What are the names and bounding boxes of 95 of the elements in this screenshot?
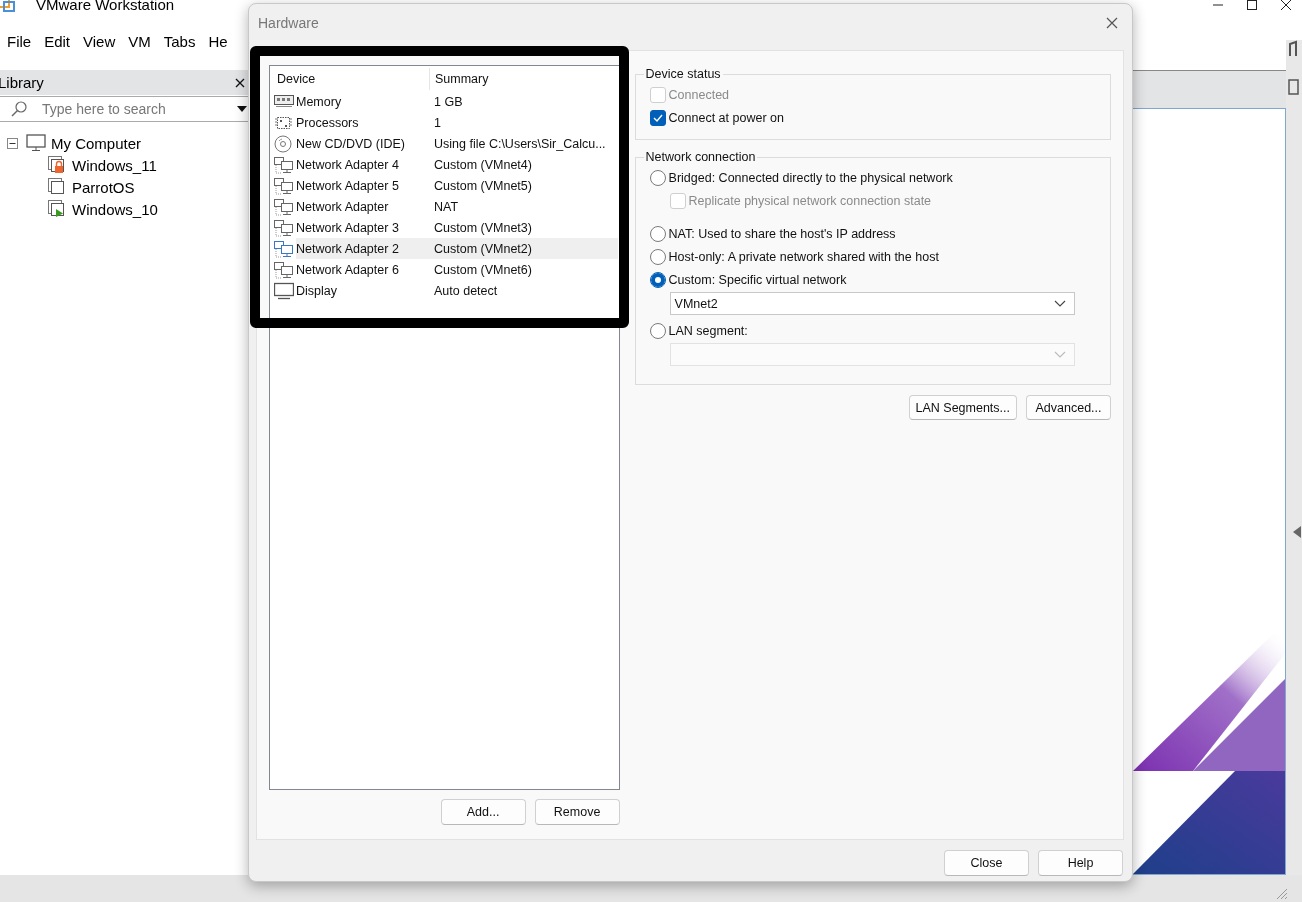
- radio-label: Host-only: A private network shared with the host: [668, 249, 939, 264]
- radio-label: Bridged: Connected directly to the physical network: [668, 170, 953, 185]
- list-row[interactable]: Display Auto detect: [296, 280, 618, 301]
- network-icon: [274, 218, 294, 237]
- device-summary: Using file C:\Users\Sir_Calcu...: [434, 136, 606, 151]
- device-name: Network Adapter 2: [296, 241, 400, 256]
- checkbox-label: Connected: [668, 87, 730, 102]
- menu-item[interactable]: Tabs: [156, 32, 202, 50]
- close-icon[interactable]: [1106, 17, 1118, 29]
- window-title: VMware Workstation: [36, 0, 175, 12]
- chevron-down-icon: [1053, 350, 1066, 359]
- toolbar-icon[interactable]: [1288, 40, 1300, 58]
- network-icon: [274, 176, 294, 195]
- menu-item[interactable]: File: [0, 32, 38, 50]
- network-icon: [274, 239, 294, 258]
- menu-item[interactable]: View: [76, 32, 122, 50]
- list-row[interactable]: Network Adapter 2 Custom (VMnet2): [296, 238, 618, 259]
- network-dropdown[interactable]: VMnet2: [669, 292, 1075, 315]
- device-name: Network Adapter 4: [296, 157, 400, 172]
- device-summary: Auto detect: [434, 283, 498, 298]
- disc-icon: [274, 134, 294, 153]
- device-summary: 1 GB: [434, 94, 463, 109]
- group-title: Device status: [644, 67, 722, 81]
- list-row[interactable]: Network Adapter 4 Custom (VMnet4): [296, 154, 618, 175]
- computer-icon: [26, 134, 46, 152]
- device-name: New CD/DVD (IDE): [296, 136, 407, 151]
- radio-button[interactable]: [649, 248, 666, 265]
- device-name: Memory: [296, 94, 343, 109]
- column-header[interactable]: Device: [274, 68, 430, 90]
- group-title: Network connection: [644, 150, 757, 164]
- list-row[interactable]: Network Adapter 3 Custom (VMnet3): [296, 217, 618, 238]
- list-row[interactable]: New CD/DVD (IDE) Using file C:\Users\Sir_Calcu...: [296, 133, 618, 154]
- list-row[interactable]: Network Adapter 5 Custom (VMnet5): [296, 175, 618, 196]
- device-name: Network Adapter: [296, 199, 390, 214]
- list-row[interactable]: Network Adapter NAT: [296, 196, 618, 217]
- dialog-button[interactable]: Remove: [534, 799, 620, 825]
- list-row[interactable]: Network Adapter 6 Custom (VMnet6): [296, 259, 618, 280]
- dialog-button[interactable]: Add...: [440, 799, 526, 825]
- running-vm-icon: [48, 200, 66, 218]
- chevron-down-icon: [1053, 299, 1066, 308]
- tree-item[interactable]: Windows_10: [72, 200, 158, 218]
- dialog-button[interactable]: Advanced...: [1026, 395, 1111, 420]
- monitor-icon: [274, 281, 294, 300]
- toolbar-icon[interactable]: [1288, 78, 1300, 96]
- radio-button[interactable]: [649, 271, 666, 288]
- collapse-icon[interactable]: [7, 137, 18, 149]
- checkbox-label: Replicate physical network connection state: [688, 193, 932, 208]
- close-icon[interactable]: [1280, 0, 1292, 11]
- tree-item[interactable]: ParrotOS: [72, 178, 135, 196]
- checkbox-label: Connect at power on: [668, 110, 784, 125]
- library-title: Library: [0, 74, 44, 91]
- checkbox[interactable]: [649, 109, 666, 126]
- maximize-icon[interactable]: [1246, 0, 1258, 11]
- device-summary: Custom (VMnet3): [434, 220, 532, 235]
- dialog-button[interactable]: Help: [1038, 850, 1123, 876]
- app-logo-icon: [0, 0, 16, 12]
- menu-item[interactable]: VM: [121, 32, 157, 50]
- device-name: Network Adapter 5: [296, 178, 400, 193]
- device-summary: Custom (VMnet6): [434, 262, 532, 277]
- column-header[interactable]: Summary: [430, 68, 489, 90]
- menu-item[interactable]: Edit: [37, 32, 77, 50]
- dialog-title: Hardware: [258, 15, 319, 31]
- device-name: Network Adapter 3: [296, 220, 400, 235]
- close-icon[interactable]: [235, 77, 245, 88]
- device-name: Display: [296, 283, 338, 298]
- device-summary: Custom (VMnet4): [434, 157, 532, 172]
- vm-icon: [48, 178, 66, 196]
- device-name: Processors: [296, 115, 360, 130]
- radio-label: NAT: Used to share the host's IP address: [668, 226, 896, 241]
- radio-label: LAN segment:: [668, 323, 748, 338]
- menu-item[interactable]: He: [201, 32, 234, 50]
- device-summary: 1: [434, 115, 441, 130]
- device-name: Network Adapter 6: [296, 262, 400, 277]
- list-row[interactable]: Processors 1: [296, 112, 618, 133]
- dialog-button[interactable]: LAN Segments...: [908, 395, 1017, 420]
- radio-button[interactable]: [649, 225, 666, 242]
- locked-vm-icon: [48, 156, 66, 174]
- network-icon: [274, 197, 294, 216]
- network-icon: [274, 155, 294, 174]
- radio-label: Custom: Specific virtual network: [668, 272, 847, 287]
- search-field[interactable]: Type here to search: [36, 101, 212, 117]
- tree-item[interactable]: My Computer: [51, 134, 142, 152]
- radio-button[interactable]: [649, 322, 666, 339]
- network-icon: [274, 260, 294, 279]
- expand-arrow-icon[interactable]: [1293, 526, 1301, 538]
- radio-button[interactable]: [649, 169, 666, 186]
- tree-item[interactable]: Windows_11: [72, 156, 157, 174]
- list-row[interactable]: Memory 1 GB: [296, 91, 618, 112]
- resize-grip-icon[interactable]: [1274, 886, 1288, 900]
- dropdown-caret-icon[interactable]: [237, 106, 247, 112]
- device-summary: Custom (VMnet2): [434, 241, 532, 256]
- search-icon: [10, 101, 28, 117]
- dialog-button[interactable]: Close: [944, 850, 1029, 876]
- device-summary: Custom (VMnet5): [434, 178, 532, 193]
- device-summary: NAT: [434, 199, 459, 214]
